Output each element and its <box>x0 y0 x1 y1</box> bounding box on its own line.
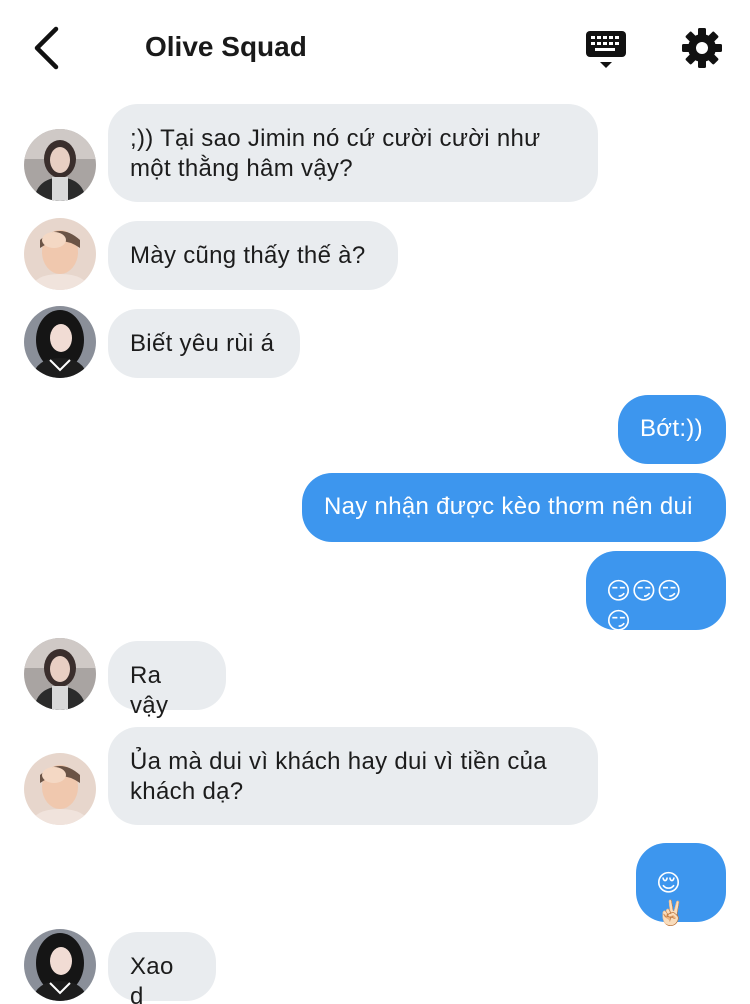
avatar[interactable] <box>24 929 96 1001</box>
message-bubble-outgoing[interactable]: 😏😏😏😏 <box>586 551 726 635</box>
avatar[interactable] <box>24 218 96 290</box>
message-bubble[interactable]: Xao d <box>108 932 216 1004</box>
emoji-message: 😌✌🏻 <box>656 870 687 927</box>
chevron-left-icon <box>34 26 59 70</box>
back-button[interactable] <box>26 24 66 72</box>
avatar[interactable] <box>24 638 96 710</box>
member-b-avatar-icon <box>24 218 96 290</box>
message-bubble[interactable]: Biết yêu rùi á <box>108 309 300 378</box>
member-b-avatar-icon <box>24 753 96 825</box>
message-text: Biết yêu rùi á <box>130 330 275 357</box>
message-bubble-outgoing[interactable]: Bớt:)) <box>618 395 726 464</box>
gear-icon <box>682 28 722 68</box>
chat-title: Olive Squad <box>145 31 307 62</box>
emoji-message: 😏😏😏😏 <box>606 578 682 635</box>
message-text: Mày cũng thấy thế à? <box>130 242 366 269</box>
message-text: ;)) Tại sao Jimin nó cứ cười cười như mộ… <box>130 125 541 182</box>
member-c-avatar-icon <box>24 306 96 378</box>
message-bubble[interactable]: Ra vậy <box>108 641 226 719</box>
member-a-avatar-icon <box>24 638 96 710</box>
message-bubble[interactable]: Ủa mà dui vì khách hay dui vì tiền của k… <box>108 727 598 825</box>
avatar[interactable] <box>24 306 96 378</box>
member-a-avatar-icon <box>24 129 96 201</box>
message-text: Ra vậy <box>130 662 169 719</box>
keyboard-button[interactable] <box>584 28 628 72</box>
chat-screen: Olive Squad ;)) Tại sao Jimin nó cứ cười… <box>0 0 750 1004</box>
message-text: Ủa mà dui vì khách hay dui vì tiền của k… <box>130 748 547 805</box>
chat-header: Olive Squad <box>0 0 750 96</box>
avatar[interactable] <box>24 753 96 825</box>
keyboard-icon <box>586 31 626 68</box>
message-bubble-outgoing[interactable]: 😌✌🏻 <box>636 843 726 927</box>
settings-button[interactable] <box>680 26 724 70</box>
message-text: Xao d <box>130 953 174 1004</box>
member-c-avatar-icon <box>24 929 96 1001</box>
message-bubble-outgoing[interactable]: Nay nhận được kèo thơm nên dui <box>302 473 726 542</box>
avatar[interactable] <box>24 129 96 201</box>
message-text: Bớt:)) <box>640 415 703 442</box>
message-bubble[interactable]: ;)) Tại sao Jimin nó cứ cười cười như mộ… <box>108 104 598 202</box>
message-text: Nay nhận được kèo thơm nên dui <box>324 493 693 520</box>
message-bubble[interactable]: Mày cũng thấy thế à? <box>108 221 398 290</box>
